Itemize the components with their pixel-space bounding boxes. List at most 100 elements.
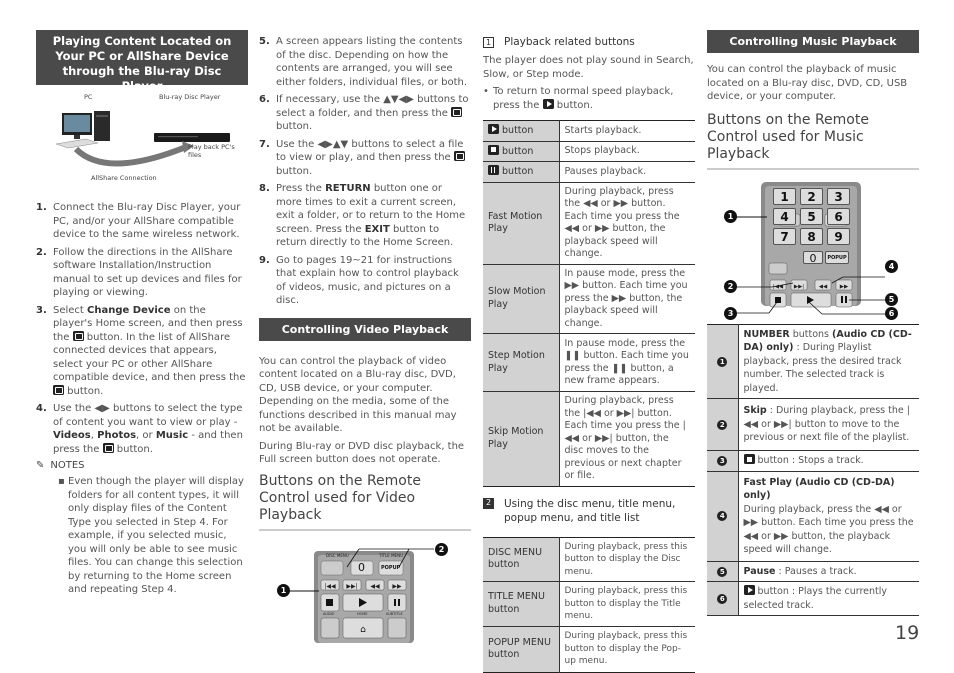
callout-6: 6: [885, 306, 898, 320]
playback-note: The player does not play sound in Search…: [483, 55, 694, 80]
title-menu-label: TITLE MENU: [379, 552, 403, 558]
section-banner-video: Controlling Video Playback: [259, 317, 471, 341]
table-row: Fast Motion Play During playback, press …: [483, 182, 695, 265]
number-keypad: 123 456 789: [773, 187, 851, 245]
bullet-icon: ▪: [58, 476, 65, 487]
page-number: 19: [895, 622, 920, 644]
disc-menu-label: DISC MENU: [326, 552, 349, 558]
number-key: 8: [800, 227, 823, 245]
menu-buttons-table: DISC MENU button During playback, press …: [483, 536, 695, 673]
bluray-player-icon: [154, 133, 230, 142]
number-key: 6: [827, 207, 850, 225]
popup-key: POPUP: [825, 250, 849, 264]
step-2: 2. Follow the directions in the AllShare…: [36, 246, 242, 299]
svg-text:▶▶|: ▶▶|: [794, 284, 804, 290]
home-label: HOME: [357, 611, 368, 616]
play-icon: [488, 124, 499, 134]
svg-text:|◀◀: |◀◀: [324, 583, 336, 590]
number-key: 5: [800, 207, 823, 225]
connection-label: AllShare Connection: [91, 174, 157, 182]
table-row: button Starts playback.: [483, 120, 695, 142]
svg-text:▶▶: ▶▶: [840, 284, 849, 290]
note-item: ▪ Even though the player will display fo…: [58, 476, 244, 595]
remote-control-icon: |◀◀ ▶▶| ◀◀ ▶▶ ⌂: [287, 548, 434, 643]
number-badge-icon: 3: [717, 456, 728, 466]
column-video-playback: 5. A screen appears listing the contents…: [259, 30, 471, 643]
music-buttons-table: 1 NUMBER buttons (Audio CD (CD-DA) only)…: [707, 323, 919, 616]
table-row: button Pauses playback.: [483, 161, 695, 183]
allshare-diagram: PC Blu-ray Disc Player Play back PC's fi…: [36, 89, 248, 199]
number-key: 9: [827, 227, 850, 245]
number-key: 7: [773, 227, 796, 245]
svg-text:◀◀: ◀◀: [370, 583, 380, 590]
table-row: 2 Skip : During playback, press the |◀◀ …: [707, 398, 919, 451]
allshare-steps-continued: 5. A screen appears listing the contents…: [259, 35, 471, 308]
stop-icon: [743, 454, 755, 464]
number-key: 4: [773, 207, 796, 225]
video-intro-paragraph: You can control the playback of video co…: [259, 355, 457, 435]
svg-text:◀◀: ◀◀: [819, 284, 828, 290]
table-row: 6 button : Plays the currently selected …: [707, 581, 919, 616]
callout-4: 4: [885, 259, 898, 273]
callout-2: 2: [435, 542, 448, 556]
step-9: 9. Go to pages 19~21 for instructions th…: [259, 254, 459, 307]
number-key: 2: [800, 187, 823, 205]
table-row: TITLE MENU button During playback, press…: [483, 581, 695, 627]
enter-icon: [453, 151, 465, 161]
play-icon: [542, 98, 554, 109]
section-number-1-icon: 1: [483, 37, 494, 48]
section-number-2-icon: 2: [483, 497, 494, 509]
column-music-playback: Controlling Music Playback You can contr…: [707, 30, 919, 616]
playback-buttons-table: button Starts playback. button Stops pla…: [483, 120, 695, 487]
table-row: 5 Pause : Pauses a track.: [707, 561, 919, 582]
pause-icon: [488, 165, 499, 175]
callout-1: 1: [724, 209, 737, 223]
step-3: 3. Select Change Device on the player's …: [36, 304, 246, 397]
number-badge-icon: 4: [717, 511, 728, 522]
step-5: 5. A screen appears listing the contents…: [259, 36, 468, 88]
svg-text:▶▶|: ▶▶|: [346, 583, 357, 590]
music-remote-heading: Buttons on the Remote Control used for M…: [707, 112, 919, 170]
step-4: 4. Use the ◀▶ buttons to select the type…: [36, 403, 243, 455]
subtitle-label: SUBTITLE: [386, 611, 403, 616]
music-intro-paragraph: You can control the playback of music lo…: [707, 64, 908, 102]
callout-3: 3: [724, 306, 737, 320]
number-key: 3: [827, 187, 850, 205]
number-key: 1: [773, 187, 796, 205]
table-row: Slow Motion Play In pause mode, press th…: [483, 264, 695, 334]
enter-icon: [102, 442, 114, 453]
svg-text:⌂: ⌂: [360, 625, 366, 635]
notes-heading: ✎ NOTES: [36, 460, 85, 471]
table-row: 3 button : Stops a track.: [707, 450, 919, 472]
step-7: 7. Use the ◀▶▲▼ buttons to select a file…: [259, 138, 465, 177]
section-banner-music: Controlling Music Playback: [707, 30, 919, 53]
play-icon: [743, 585, 755, 595]
column-allshare: Playing Content Located on Your PC or Al…: [36, 30, 248, 597]
allshare-steps: 1. Connect the Blu-ray Disc Player, your…: [36, 201, 248, 456]
table-row: 1 NUMBER buttons (Audio CD (CD-DA) only)…: [707, 324, 919, 399]
stop-icon: [488, 144, 499, 155]
step-8: 8. Press the RETURN button one or more t…: [259, 183, 466, 248]
enter-icon: [72, 330, 84, 341]
pencil-note-icon: ✎: [36, 460, 45, 471]
number-badge-icon: 5: [717, 566, 728, 577]
pc-icon: [55, 111, 110, 149]
video-remote-heading: Buttons on the Remote Control used for V…: [259, 473, 471, 531]
video-note-paragraph: During Blu-ray or DVD disc playback, the…: [259, 440, 465, 466]
playback-buttons-heading: 1 Playback related buttons: [483, 36, 695, 48]
table-row: POPUP MENU button During playback, press…: [483, 626, 695, 672]
enter-icon: [451, 106, 463, 117]
table-row: 4 Fast Play (Audio CD (CD-DA) only) Durin…: [707, 471, 919, 562]
section-banner-allshare: Playing Content Located on Your PC or Al…: [36, 30, 248, 93]
video-remote-illustration: |◀◀ ▶▶| ◀◀ ▶▶ ⌂ DISC MENU TITLE MENU 0 P…: [259, 542, 471, 643]
zero-key-label: 0: [358, 560, 365, 574]
number-badge-icon: 6: [717, 593, 728, 604]
bullet-icon: •: [483, 86, 489, 97]
callout-2: 2: [724, 279, 737, 293]
number-badge-icon: 2: [717, 419, 728, 430]
callout-1: 1: [277, 583, 290, 597]
music-remote-illustration: |◀◀ ▶▶| ◀◀ ▶▶ 123456789 0 POPUP 1 2 3 4 …: [707, 180, 919, 320]
disc-menu-key: [320, 560, 344, 575]
playback-bullet: • To return to normal speed playback, pr…: [483, 86, 674, 111]
popup-key-label: POPUP: [381, 564, 401, 571]
